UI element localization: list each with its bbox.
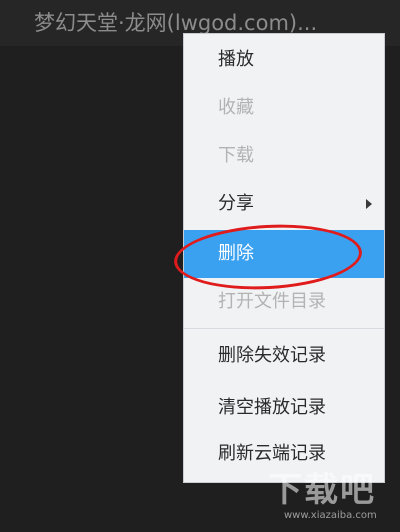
menu-item-play[interactable]: 播放 [184,36,384,84]
menu-item-clear-history[interactable]: 清空播放记录 [184,384,384,432]
menu-item-download[interactable]: 下载 [184,132,384,180]
menu-item-favorite[interactable]: 收藏 [184,84,384,132]
watermark-name: 下载吧 [268,470,376,510]
watermark-url: www.xiazaiba.com [284,510,377,521]
menu-item-delete-invalid[interactable]: 删除失效记录 [184,332,384,380]
submenu-arrow-icon [366,199,372,209]
menu-separator [184,328,384,329]
menu-item-share[interactable]: 分享 [184,180,384,228]
menu-item-share-label: 分享 [218,193,254,214]
watermark-logo: 下载吧 www.xiazaiba.com [268,470,388,522]
